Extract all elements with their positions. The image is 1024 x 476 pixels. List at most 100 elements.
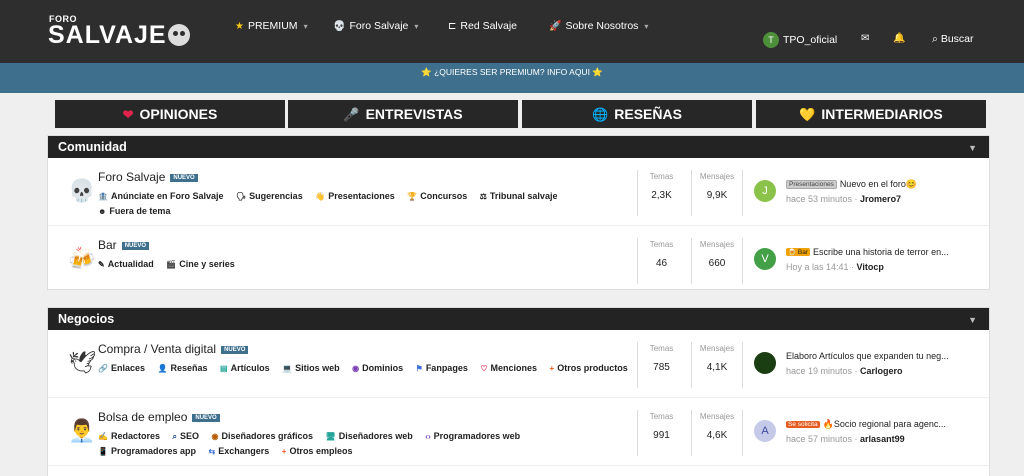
category-intermediarios-button[interactable]: 💛 INTERMEDIARIOS <box>756 100 986 128</box>
user-icon: 👤 <box>157 364 168 373</box>
domain-icon: ◉ <box>352 364 360 373</box>
collapse-arrow-icon[interactable]: ▼ <box>968 137 977 159</box>
subforum-link[interactable]: 📱 Programadores app <box>98 444 196 459</box>
flag-icon: ⚑ <box>415 364 423 373</box>
globe-icon: 🌐 <box>592 107 609 122</box>
exchange-icon: ⇆ <box>208 447 216 456</box>
category-entrevistas-button[interactable]: 🎤 ENTREVISTAS <box>288 100 518 128</box>
section-header[interactable]: Comunidad ▼ <box>48 136 989 158</box>
subforum-link[interactable]: 👤 Reseñas <box>158 361 208 376</box>
monitor-icon: 🖥 <box>325 432 336 441</box>
top-navbar: FORO SALVAJE ★ PREMIUM ▾ 💀 Foro Salvaje ▾ ⊏ R… <box>0 0 1024 63</box>
forum-title-link[interactable]: Bolsa de empleo NUEVO <box>98 410 220 424</box>
prefix-tag: 🍺 Bar <box>786 248 811 256</box>
forum-title-link[interactable]: Foro Salvaje NUEVO <box>98 170 198 184</box>
section-header[interactable]: Negocios ▼ <box>48 308 989 330</box>
dove-icon: 🕊 <box>68 350 96 375</box>
envelope-icon[interactable]: ✉ <box>861 33 869 44</box>
rocket-icon: 🚀 <box>549 21 562 32</box>
subforum-link[interactable]: 🖥 Diseñadores web <box>326 429 413 444</box>
topics-stat: Temas 2,3K <box>637 170 685 216</box>
last-post-meta: hace 19 minutos · Carlogero <box>786 366 903 376</box>
subforum-link[interactable]: ☻ Fuera de tema <box>98 204 170 219</box>
subforum-link[interactable]: ‹› Programadores web <box>425 429 520 444</box>
nav-sobre-nosotros[interactable]: 🚀 Sobre Nosotros ▾ <box>549 20 648 32</box>
plus-icon: + <box>549 364 555 373</box>
last-post-link[interactable]: Presentaciones Nuevo en el foro😊 <box>786 179 976 190</box>
last-post-user[interactable]: Carlogero <box>860 366 903 376</box>
beer-mugs-icon: 🍻 <box>68 246 96 271</box>
office-worker-icon: 👨‍💼 <box>68 418 96 443</box>
subforum-link[interactable]: ✍ Redactores <box>98 429 160 444</box>
username: TPO_oficial <box>783 33 838 46</box>
subforum-link[interactable]: ⚑ Fanpages <box>416 361 468 376</box>
last-post-user[interactable]: arlasant99 <box>860 434 905 444</box>
skull-logo-icon <box>167 24 190 46</box>
last-post-meta: hace 57 minutos · arlasant99 <box>786 434 905 444</box>
new-badge: NUEVO <box>170 174 198 182</box>
avatar[interactable] <box>754 352 776 374</box>
prefix-tag: Se solicita <box>786 421 820 428</box>
microphone-icon: 🎤 <box>343 107 360 122</box>
skull-icon: 💀 <box>68 178 96 203</box>
subforum-link[interactable]: + Otros empleos <box>282 444 353 459</box>
search-button[interactable]: ⌕ Buscar <box>932 33 974 46</box>
posts-stat: Mensajes 4,6K <box>691 410 743 456</box>
category-opiniones-button[interactable]: ❤ OPINIONES <box>55 100 285 128</box>
user-account-menu[interactable]: T TPO_oficial <box>763 32 837 48</box>
subforum-list: ✎ Actualidad 🎬 Cine y series <box>98 257 638 272</box>
nav-premium[interactable]: ★ PREMIUM ▾ <box>235 20 308 32</box>
forum-title-link[interactable]: Bar NUEVO <box>98 238 150 252</box>
avatar[interactable]: J <box>754 180 776 202</box>
search-icon: ⌕ <box>172 432 177 441</box>
last-post-user[interactable]: Jromero7 <box>860 194 901 204</box>
forum-section-comunidad: Comunidad ▼ 💀 Foro Salvaje NUEVO 🏦 Anúncia… <box>47 135 990 290</box>
forum-row-foro-salvaje: 💀 Foro Salvaje NUEVO 🏦 Anúnciate en Foro S… <box>48 158 989 226</box>
category-resenas-button[interactable]: 🌐 RESEÑAS <box>522 100 752 128</box>
avatar[interactable]: V <box>754 248 776 270</box>
subforum-link[interactable]: 🏦 Anúnciate en Foro Salvaje <box>98 189 224 204</box>
yellow-heart-icon: 💛 <box>799 107 816 122</box>
premium-banner[interactable]: ⭐ ¿QUIERES SER PREMIUM? INFO AQUI ⭐ <box>0 63 1024 93</box>
subforum-link[interactable]: ✎ Actualidad <box>98 257 154 272</box>
subforum-link[interactable]: + Otros productos <box>550 361 628 376</box>
logo-text: SALVAJE <box>48 21 190 50</box>
subforum-link[interactable]: 🔗 Enlaces <box>98 361 145 376</box>
subforum-link[interactable]: 👋 Presentaciones <box>315 189 395 204</box>
speaking-head-icon: 🗣 <box>236 192 247 201</box>
last-post-user[interactable]: Vitocp <box>857 262 884 272</box>
subforum-link[interactable]: ⇆ Exchangers <box>209 444 270 459</box>
last-post-link[interactable]: Elaboro Artículos que expanden tu neg... <box>786 351 976 361</box>
subforum-link[interactable]: 🗣 Sugerencias <box>236 189 303 204</box>
subforum-link[interactable]: ◉ Diseñadores gráficos <box>212 429 314 444</box>
nav-foro-salvaje[interactable]: 💀 Foro Salvaje ▾ <box>333 20 418 32</box>
subforum-link[interactable]: ⚖ Tribunal salvaje <box>480 189 558 204</box>
topics-stat: Temas 785 <box>637 342 685 388</box>
subforum-link[interactable]: ◉ Dominios <box>352 361 403 376</box>
bank-icon: 🏦 <box>98 192 108 201</box>
forum-row-bolsa-empleo: 👨‍💼 Bolsa de empleo NUEVO ✍ Redactores ⌕ SE… <box>48 398 989 466</box>
bell-icon[interactable]: 🔔 <box>893 33 905 44</box>
pencil-icon: ✎ <box>98 260 105 269</box>
scales-icon: ⚖ <box>479 192 487 201</box>
chevron-down-icon: ▾ <box>644 22 649 31</box>
last-post-link[interactable]: 🍺 Bar Escribe una historia de terror en..… <box>786 247 976 257</box>
subforum-link[interactable]: 💻 Sitios web <box>282 361 339 376</box>
last-post-link[interactable]: Se solicita 🔥Socio regional para agenc... <box>786 419 976 430</box>
posts-stat: Mensajes 660 <box>691 238 743 284</box>
subforum-link[interactable]: 🎬 Cine y series <box>166 257 235 272</box>
collapse-arrow-icon[interactable]: ▼ <box>968 309 977 331</box>
plus-icon: + <box>281 447 287 456</box>
subforum-link[interactable]: 🏆 Concursos <box>407 189 467 204</box>
subforum-link[interactable]: ♡ Menciones <box>480 361 537 376</box>
forum-title-link[interactable]: Compra / Venta digital NUEVO <box>98 342 249 356</box>
nav-red-salvaje[interactable]: ⊏ Red Salvaje <box>448 20 517 32</box>
subforum-link[interactable]: ⌕ SEO <box>173 429 200 444</box>
avatar[interactable]: A <box>754 420 776 442</box>
posts-stat: Mensajes 4,1K <box>691 342 743 388</box>
subforum-link[interactable]: ▤ Artículos <box>220 361 270 376</box>
smiley-icon: ☻ <box>98 207 107 216</box>
new-badge: NUEVO <box>221 346 249 354</box>
topics-stat: Temas 46 <box>637 238 685 284</box>
mention-icon: ♡ <box>480 364 488 373</box>
